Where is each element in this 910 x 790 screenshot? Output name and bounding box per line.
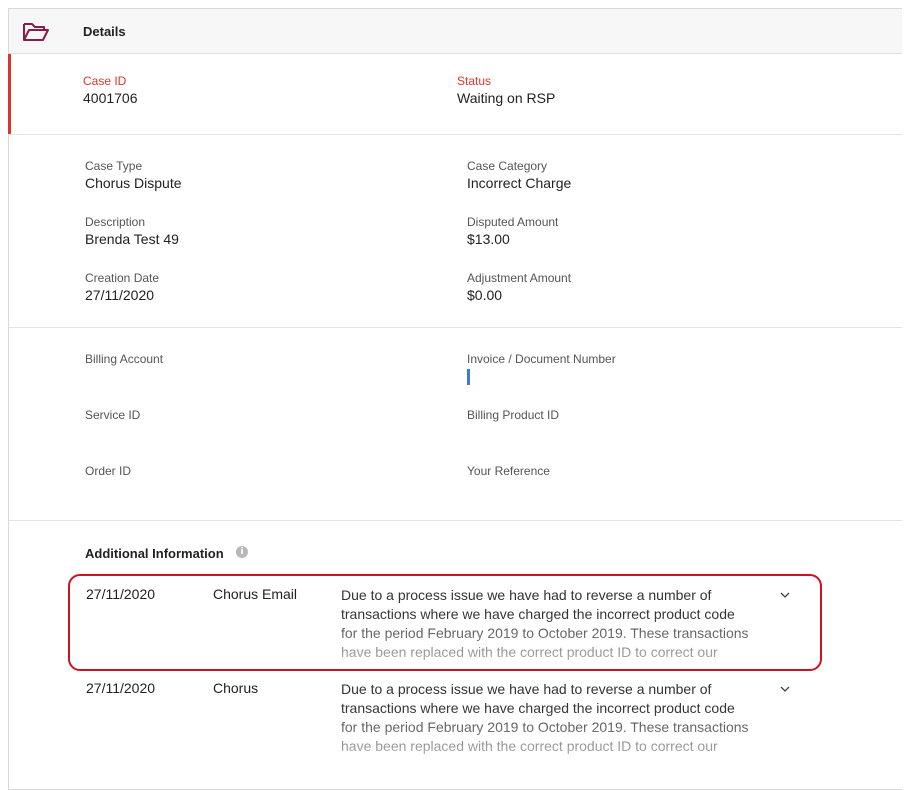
disputed-amount-value: $13.00 <box>467 231 510 247</box>
note-date: 27/11/2020 <box>86 586 156 602</box>
your-reference-label: Your Reference <box>467 464 550 478</box>
creation-date-label: Creation Date <box>85 271 160 285</box>
adjustment-amount-label: Adjustment Amount <box>467 271 572 285</box>
billing-product-id-label: Billing Product ID <box>467 408 560 422</box>
case-id-field: Case ID 4001706 <box>83 74 138 107</box>
chevron-down-icon[interactable] <box>780 686 790 693</box>
note-source: Chorus Email <box>213 586 298 602</box>
details-card: Details Case ID 4001706 Status Waiting o… <box>8 8 902 790</box>
order-id-label: Order ID <box>85 464 132 478</box>
info-icon[interactable]: i <box>236 546 248 558</box>
description-field: Description Brenda Test 49 <box>85 215 179 248</box>
case-type-field: Case Type Chorus Dispute <box>85 159 182 192</box>
case-id-label: Case ID <box>83 74 127 88</box>
additional-info-row[interactable]: 27/11/2020 Chorus Email Due to a process… <box>9 582 902 662</box>
case-category-field: Case Category Incorrect Charge <box>467 159 571 192</box>
case-type-value: Chorus Dispute <box>85 175 182 191</box>
description-value: Brenda Test 49 <box>85 231 179 247</box>
adjustment-amount-value: $0.00 <box>467 287 503 303</box>
your-reference-field: Your Reference <box>467 464 550 480</box>
invoice-number-label: Invoice / Document Number <box>467 352 616 366</box>
service-id-label: Service ID <box>85 408 141 422</box>
status-section: Case ID 4001706 Status Waiting on RSP <box>8 54 902 135</box>
chevron-down-icon[interactable] <box>780 592 790 599</box>
text-cursor <box>467 369 470 385</box>
creation-date-value: 27/11/2020 <box>85 287 155 303</box>
description-label: Description <box>85 215 146 229</box>
case-id-value: 4001706 <box>83 90 138 106</box>
billing-product-id-field: Billing Product ID <box>467 408 559 424</box>
case-category-value: Incorrect Charge <box>467 175 572 191</box>
disputed-amount-field: Disputed Amount $13.00 <box>467 215 558 248</box>
case-type-label: Case Type <box>85 159 143 173</box>
note-date: 27/11/2020 <box>86 680 156 696</box>
billing-account-label: Billing Account <box>85 352 164 366</box>
status-accent-bar <box>8 54 11 134</box>
status-label: Status <box>457 74 492 88</box>
case-details-section: Case Type Chorus Dispute Case Category I… <box>9 135 902 328</box>
note-text: Due to a process issue we have had to re… <box>341 587 749 660</box>
disputed-amount-label: Disputed Amount <box>467 215 559 229</box>
folder-icon <box>23 23 49 41</box>
billing-account-field: Billing Account <box>85 352 163 368</box>
additional-info-row[interactable]: 27/11/2020 Chorus Due to a process issue… <box>9 676 902 756</box>
case-category-label: Case Category <box>467 159 548 173</box>
details-title: Details <box>83 24 126 39</box>
order-id-field: Order ID <box>85 464 131 480</box>
details-header: Details <box>9 9 902 54</box>
invoice-number-field[interactable]: Invoice / Document Number <box>467 352 616 385</box>
creation-date-field: Creation Date 27/11/2020 <box>85 271 159 304</box>
billing-section: Billing Account Invoice / Document Numbe… <box>9 328 902 521</box>
service-id-field: Service ID <box>85 408 140 424</box>
note-text: Due to a process issue we have had to re… <box>341 681 749 754</box>
note-source: Chorus <box>213 680 259 696</box>
status-value: Waiting on RSP <box>457 90 556 106</box>
status-field: Status Waiting on RSP <box>457 74 555 107</box>
additional-info-title: Additional Information <box>85 546 224 561</box>
adjustment-amount-field: Adjustment Amount $0.00 <box>467 271 571 304</box>
